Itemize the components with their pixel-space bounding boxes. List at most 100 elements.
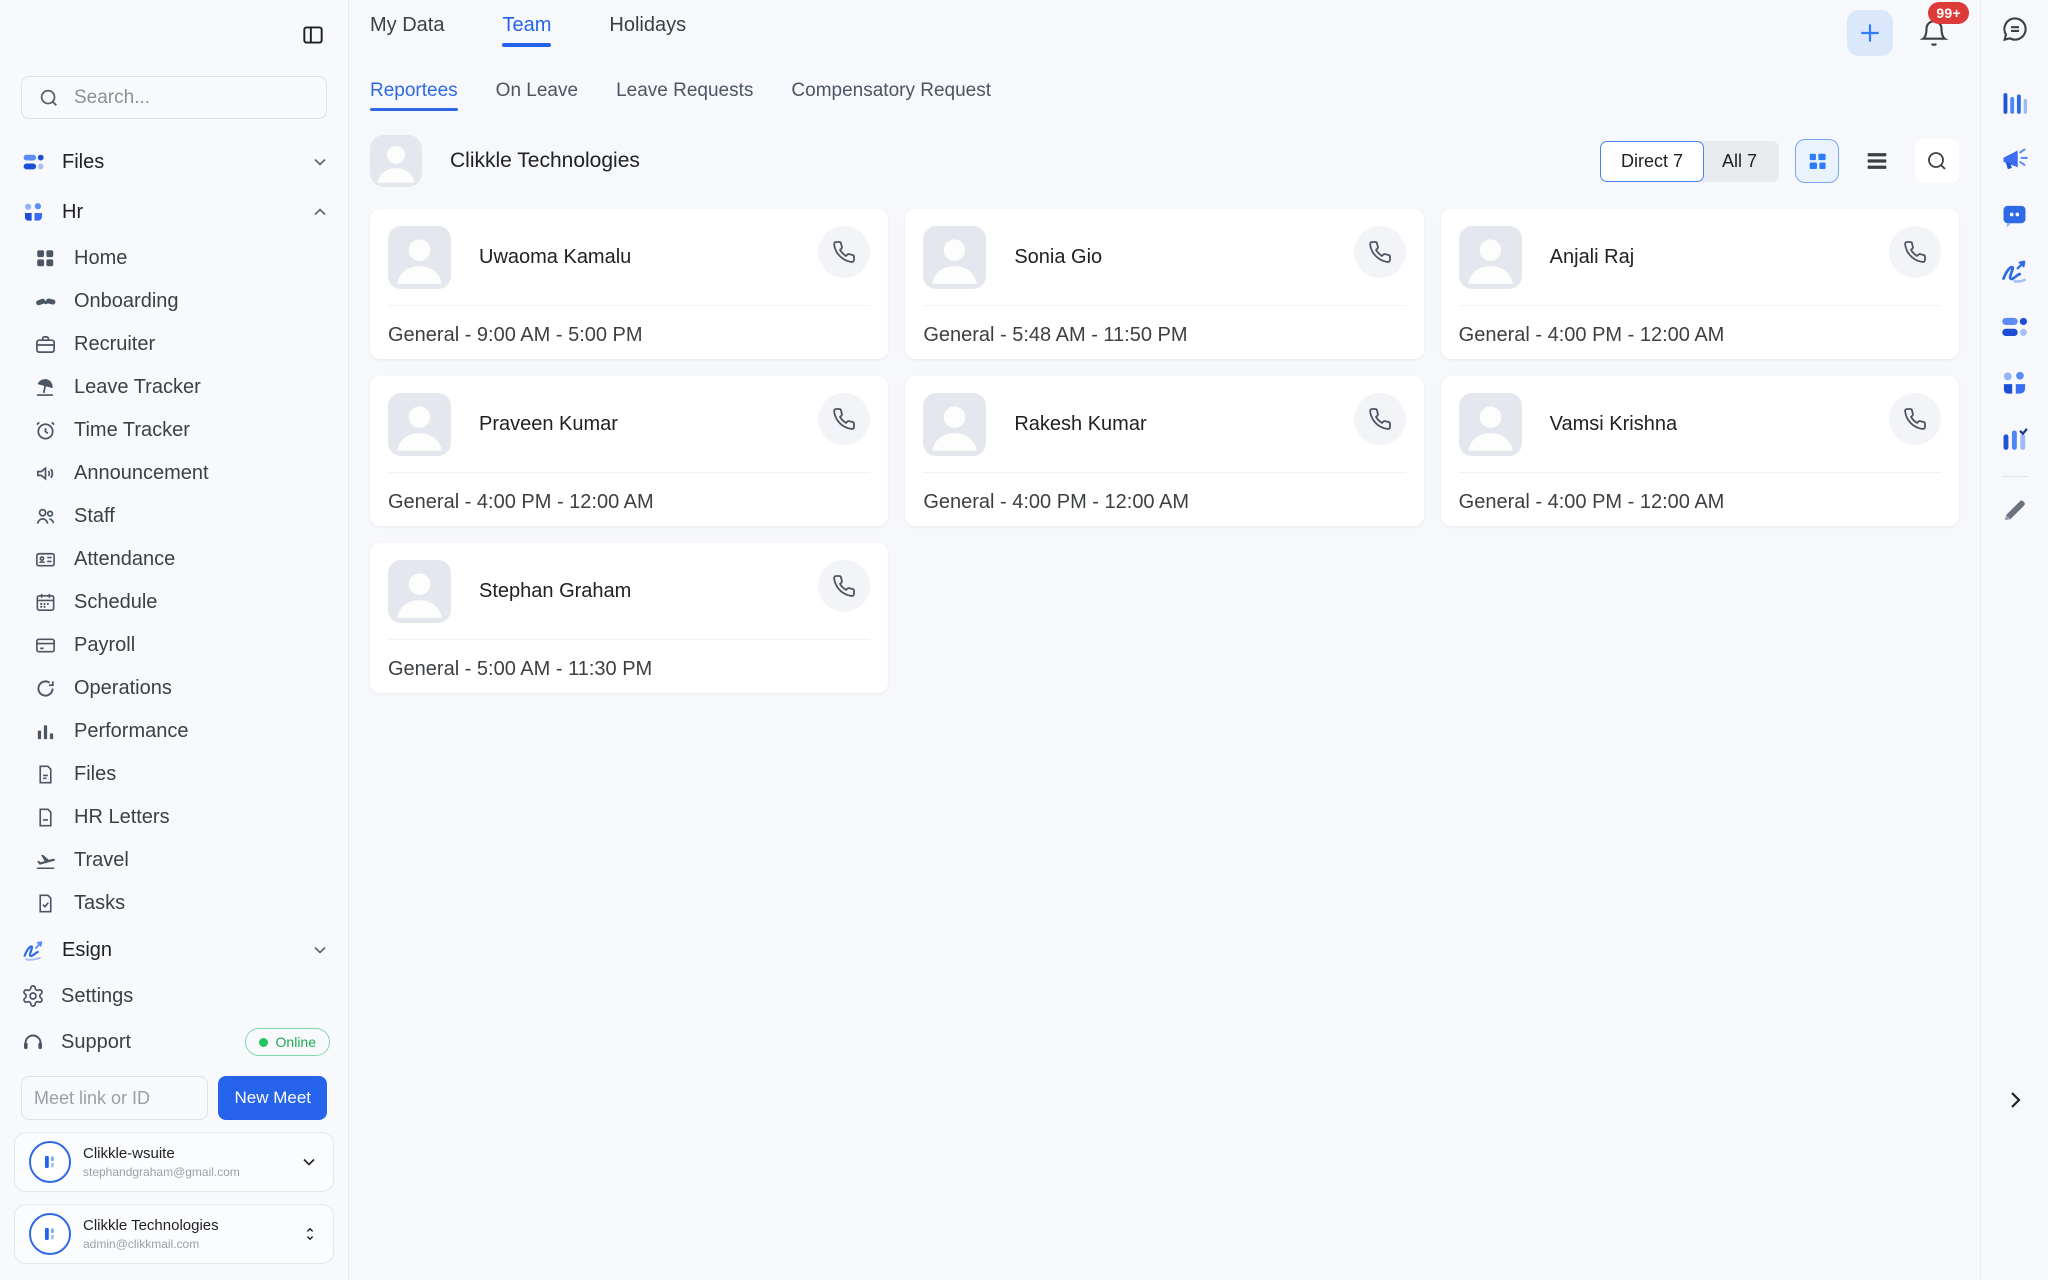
sidebar-item-schedule[interactable]: Schedule bbox=[0, 581, 348, 624]
notifications-button[interactable]: 99+ bbox=[1919, 18, 1949, 48]
divider bbox=[388, 639, 870, 640]
shift-text: General - 4:00 PM - 12:00 AM bbox=[1459, 491, 1941, 514]
phone-icon bbox=[832, 240, 856, 264]
hr-logo-icon bbox=[21, 200, 46, 225]
handshake-icon bbox=[34, 290, 58, 314]
analytics-app-icon[interactable] bbox=[1998, 86, 2032, 120]
add-button[interactable] bbox=[1847, 10, 1893, 56]
tab-team[interactable]: Team bbox=[502, 14, 551, 47]
grid-view-button[interactable] bbox=[1795, 139, 1839, 183]
unfold-icon bbox=[301, 1225, 319, 1243]
sidebar-section-esign[interactable]: Esign bbox=[0, 925, 348, 975]
sidebar-item-home[interactable]: Home bbox=[0, 237, 348, 280]
pencil-icon[interactable] bbox=[1998, 493, 2032, 527]
call-button[interactable] bbox=[1354, 393, 1406, 445]
employee-name: Rakesh Kumar bbox=[1014, 413, 1353, 436]
employee-avatar bbox=[388, 560, 451, 623]
employee-card[interactable]: Praveen Kumar General - 4:00 PM - 12:00 … bbox=[370, 376, 888, 526]
expand-panel-button[interactable] bbox=[2003, 1088, 2027, 1112]
tab-my-data[interactable]: My Data bbox=[370, 14, 444, 47]
esign-app-icon[interactable] bbox=[1998, 254, 2032, 288]
search-input[interactable] bbox=[74, 87, 310, 109]
meet-link-input[interactable] bbox=[21, 1076, 208, 1120]
sidebar-item-performance[interactable]: Performance bbox=[0, 710, 348, 753]
sidebar-item-hr-letters[interactable]: HR Letters bbox=[0, 796, 348, 839]
search-icon bbox=[1925, 149, 1949, 173]
call-button[interactable] bbox=[1889, 393, 1941, 445]
search-team-button[interactable] bbox=[1915, 139, 1959, 183]
campaign-app-icon[interactable] bbox=[1998, 142, 2032, 176]
employee-card[interactable]: Rakesh Kumar General - 4:00 PM - 12:00 A… bbox=[905, 376, 1423, 526]
sidebar-item-files[interactable]: Files bbox=[0, 753, 348, 796]
projects-app-icon[interactable] bbox=[1998, 422, 2032, 456]
call-button[interactable] bbox=[1889, 226, 1941, 278]
sidebar-item-support[interactable]: Support Online bbox=[0, 1022, 348, 1062]
sidebar-item-staff[interactable]: Staff bbox=[0, 495, 348, 538]
alarm-clock-icon bbox=[34, 419, 58, 443]
phone-icon bbox=[832, 574, 856, 598]
direct-filter-button[interactable]: Direct 7 bbox=[1600, 141, 1704, 182]
search-icon bbox=[38, 87, 60, 109]
sidebar-search[interactable] bbox=[21, 76, 327, 119]
subtab-leave-requests[interactable]: Leave Requests bbox=[616, 80, 753, 111]
divider bbox=[2002, 476, 2028, 477]
clikkle-logo-icon bbox=[29, 1213, 71, 1255]
all-filter-button[interactable]: All 7 bbox=[1700, 141, 1779, 182]
sidebar-item-settings[interactable]: Settings bbox=[0, 976, 348, 1016]
sidebar-item-tasks[interactable]: Tasks bbox=[0, 882, 348, 925]
sidebar-item-payroll[interactable]: Payroll bbox=[0, 624, 348, 667]
employee-card[interactable]: Vamsi Krishna General - 4:00 PM - 12:00 … bbox=[1441, 376, 1959, 526]
task-check-icon bbox=[34, 892, 58, 916]
account-email: admin@clikkmail.com bbox=[83, 1237, 289, 1251]
employee-avatar bbox=[1459, 393, 1522, 456]
employee-name: Anjali Raj bbox=[1550, 246, 1889, 269]
plus-icon bbox=[1857, 20, 1883, 46]
sidebar-item-leave-tracker[interactable]: Leave Tracker bbox=[0, 366, 348, 409]
subtab-compensatory-request[interactable]: Compensatory Request bbox=[791, 80, 991, 111]
sidebar-item-recruiter[interactable]: Recruiter bbox=[0, 323, 348, 366]
employee-card[interactable]: Anjali Raj General - 4:00 PM - 12:00 AM bbox=[1441, 209, 1959, 359]
chat-icon bbox=[2000, 14, 2030, 44]
files-logo-icon bbox=[21, 150, 46, 175]
employee-name: Uwaoma Kamalu bbox=[479, 246, 818, 269]
sidebar-section-hr[interactable]: Hr bbox=[0, 187, 348, 237]
tab-holidays[interactable]: Holidays bbox=[609, 14, 686, 47]
hr-app-icon[interactable] bbox=[1998, 366, 2032, 400]
sidebar-item-time-tracker[interactable]: Time Tracker bbox=[0, 409, 348, 452]
call-button[interactable] bbox=[818, 393, 870, 445]
primary-tabs: My Data Team Holidays bbox=[370, 14, 686, 47]
account-switcher-technologies[interactable]: Clikkle Technologies admin@clikkmail.com bbox=[14, 1204, 334, 1264]
call-button[interactable] bbox=[818, 560, 870, 612]
employee-card[interactable]: Stephan Graham General - 5:00 AM - 11:30… bbox=[370, 543, 888, 693]
collapse-sidebar-button[interactable] bbox=[298, 20, 328, 50]
call-button[interactable] bbox=[818, 226, 870, 278]
files-app-icon[interactable] bbox=[1998, 310, 2032, 344]
status-badge: Online bbox=[245, 1028, 330, 1056]
employee-card[interactable]: Uwaoma Kamalu General - 9:00 AM - 5:00 P… bbox=[370, 209, 888, 359]
employee-avatar bbox=[1459, 226, 1522, 289]
sidebar-item-attendance[interactable]: Attendance bbox=[0, 538, 348, 581]
sidebar-section-files[interactable]: Files bbox=[0, 137, 348, 187]
sidebar-item-announcement[interactable]: Announcement bbox=[0, 452, 348, 495]
subtab-reportees[interactable]: Reportees bbox=[370, 80, 458, 111]
account-name: Clikkle-wsuite bbox=[83, 1145, 287, 1162]
sidebar-item-onboarding[interactable]: Onboarding bbox=[0, 280, 348, 323]
account-switcher-wsuite[interactable]: Clikkle-wsuite stephandgraham@gmail.com bbox=[14, 1132, 334, 1192]
clikkle-logo-icon bbox=[29, 1141, 71, 1183]
chatbot-app-icon[interactable] bbox=[1998, 198, 2032, 232]
sidebar-item-travel[interactable]: Travel bbox=[0, 839, 348, 882]
call-button[interactable] bbox=[1354, 226, 1406, 278]
panel-left-icon bbox=[300, 22, 326, 48]
list-view-button[interactable] bbox=[1855, 139, 1899, 183]
sidebar-item-operations[interactable]: Operations bbox=[0, 667, 348, 710]
shift-text: General - 4:00 PM - 12:00 AM bbox=[1459, 324, 1941, 347]
briefcase-icon bbox=[34, 333, 58, 357]
beach-umbrella-icon bbox=[34, 376, 58, 400]
chat-button[interactable] bbox=[1998, 12, 2032, 46]
grid-view-icon bbox=[1805, 149, 1830, 174]
subtab-on-leave[interactable]: On Leave bbox=[496, 80, 578, 111]
divider bbox=[1459, 305, 1941, 306]
employee-card[interactable]: Sonia Gio General - 5:48 AM - 11:50 PM bbox=[905, 209, 1423, 359]
divider bbox=[923, 472, 1405, 473]
new-meet-button[interactable]: New Meet bbox=[218, 1076, 327, 1120]
